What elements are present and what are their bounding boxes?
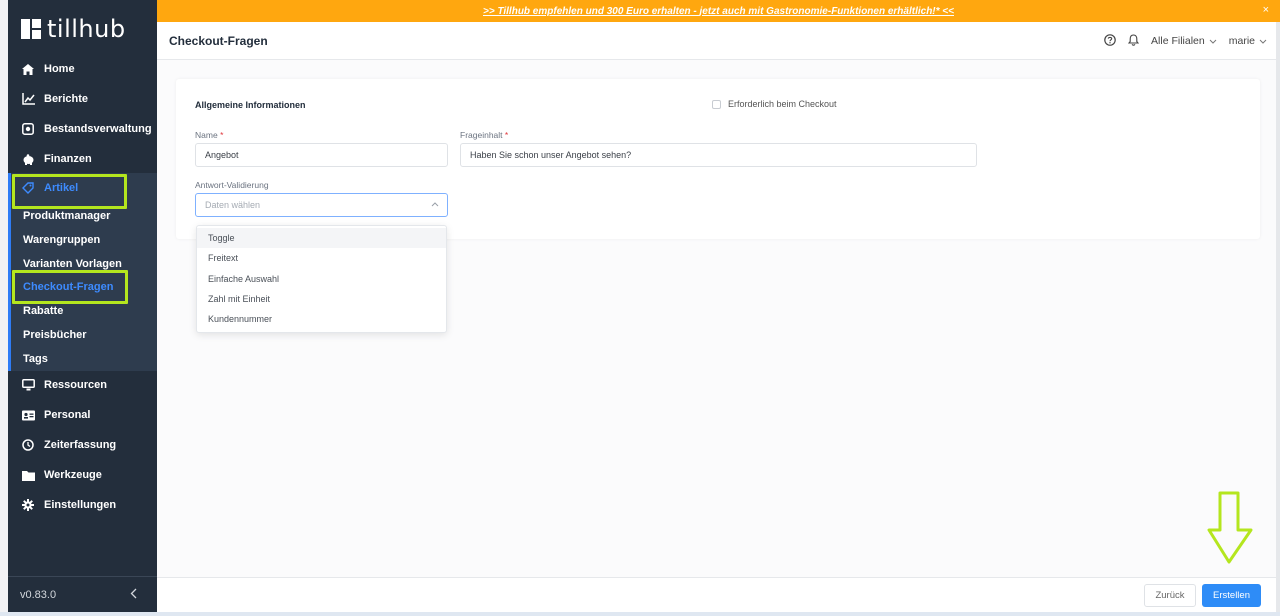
general-info-card: Allgemeine Informationen Erforderlich be… <box>176 79 1260 239</box>
clock-icon <box>21 438 35 452</box>
highlight-checkout-questions <box>12 270 128 304</box>
dropdown-option[interactable]: Freitext <box>197 248 446 268</box>
dropdown-option[interactable]: Toggle <box>197 228 446 248</box>
folder-icon <box>21 468 35 482</box>
sidebar-item-resources[interactable]: Ressourcen <box>8 370 157 400</box>
promo-banner: >> Tillhub empfehlen und 300 Euro erhalt… <box>157 0 1280 22</box>
chevron-down-icon <box>1209 39 1217 44</box>
subnav-item-product-manager[interactable]: Produktmanager <box>23 206 110 226</box>
sidebar-item-label: Berichte <box>44 93 89 105</box>
dropdown-option[interactable]: Einfache Auswahl <box>197 269 446 289</box>
sidebar-item-label: Finanzen <box>44 153 92 165</box>
checkbox-box[interactable] <box>712 99 721 109</box>
question-field[interactable]: Haben Sie schon unser Angebot sehen? <box>460 143 977 167</box>
checkbox-label: Erforderlich beim Checkout <box>728 99 837 109</box>
sidebar-item-settings[interactable]: Einstellungen <box>8 490 157 520</box>
id-card-icon <box>21 408 35 422</box>
user-name: marie <box>1228 35 1255 47</box>
subnav-item-discounts[interactable]: Rabatte <box>23 301 63 321</box>
gear-icon <box>21 498 35 512</box>
subnav-item-tags[interactable]: Tags <box>23 349 48 369</box>
name-label: Name * <box>195 130 224 140</box>
version-bar: v0.83.0 <box>8 576 157 612</box>
required-checkout-checkbox[interactable]: Erforderlich beim Checkout <box>712 99 837 109</box>
brand-name: tillhub <box>47 15 126 43</box>
sidebar-item-label: Werkzeuge <box>44 469 102 481</box>
chevron-up-icon <box>431 202 439 207</box>
validation-placeholder: Daten wählen <box>205 200 261 210</box>
version-label: v0.83.0 <box>20 588 57 601</box>
scrollbar-track[interactable] <box>1276 22 1280 612</box>
dropdown-option[interactable]: Zahl mit Einheit <box>197 289 446 309</box>
brand-logo[interactable]: tillhub <box>21 15 126 43</box>
back-button[interactable]: Zurück <box>1144 584 1196 607</box>
sidebar-item-tools[interactable]: Werkzeuge <box>8 460 157 490</box>
validation-dropdown: Toggle Freitext Einfache Auswahl Zahl mi… <box>196 225 447 333</box>
sidebar-item-home[interactable]: Home <box>8 54 157 84</box>
piggy-bank-icon <box>21 152 35 166</box>
sidebar: tillhub Home Berichte Bestandsverwaltung… <box>8 0 157 612</box>
help-icon[interactable] <box>1104 33 1116 49</box>
arrow-down-icon <box>1207 491 1253 564</box>
bell-icon[interactable] <box>1127 33 1140 49</box>
sidebar-item-label: Home <box>44 63 75 75</box>
subnav-item-product-groups[interactable]: Warengruppen <box>23 230 100 250</box>
branch-selector[interactable]: Alle Filialen <box>1151 35 1217 47</box>
sidebar-item-timetracking[interactable]: Zeiterfassung <box>8 430 157 460</box>
sidebar-item-label: Ressourcen <box>44 379 107 391</box>
name-field[interactable]: Angebot <box>195 143 448 167</box>
promo-banner-link[interactable]: >> Tillhub empfehlen und 300 Euro erhalt… <box>483 6 954 17</box>
chart-icon <box>21 92 35 106</box>
sidebar-item-label: Bestandsverwaltung <box>44 123 152 135</box>
chevron-down-icon <box>1259 39 1267 44</box>
page-header: Checkout-Fragen Alle Filialen marie <box>157 22 1280 60</box>
tillhub-logo-icon <box>21 19 41 39</box>
sidebar-item-inventory[interactable]: Bestandsverwaltung <box>8 114 157 144</box>
sidebar-item-label: Einstellungen <box>44 499 117 511</box>
validation-select[interactable]: Daten wählen <box>195 193 448 217</box>
question-label: Frageinhalt * <box>460 130 509 140</box>
user-menu[interactable]: marie <box>1229 35 1267 47</box>
sidebar-item-staff[interactable]: Personal <box>8 400 157 430</box>
validation-label: Antwort-Validierung <box>195 180 269 190</box>
page-title: Checkout-Fragen <box>169 33 268 48</box>
subnav-item-pricebooks[interactable]: Preisbücher <box>23 325 87 345</box>
bottom-edge-strip <box>0 612 1280 616</box>
branch-selector-label: Alle Filialen <box>1151 35 1205 47</box>
dropdown-option[interactable]: Kundennummer <box>197 309 446 329</box>
form-footer: Zurück Erstellen <box>157 577 1280 612</box>
section-title: Allgemeine Informationen <box>195 100 306 110</box>
highlight-articles <box>12 174 127 209</box>
home-icon <box>21 62 35 76</box>
sidebar-item-label: Zeiterfassung <box>44 439 117 451</box>
inventory-icon <box>21 122 35 136</box>
monitor-icon <box>21 378 35 392</box>
left-edge-strip <box>0 0 8 616</box>
create-button[interactable]: Erstellen <box>1202 584 1261 607</box>
close-icon[interactable]: × <box>1263 4 1269 16</box>
sidebar-item-label: Personal <box>44 409 91 421</box>
sidebar-item-reports[interactable]: Berichte <box>8 84 157 114</box>
collapse-sidebar-icon[interactable] <box>130 588 137 602</box>
sidebar-item-finances[interactable]: Finanzen <box>8 144 157 174</box>
